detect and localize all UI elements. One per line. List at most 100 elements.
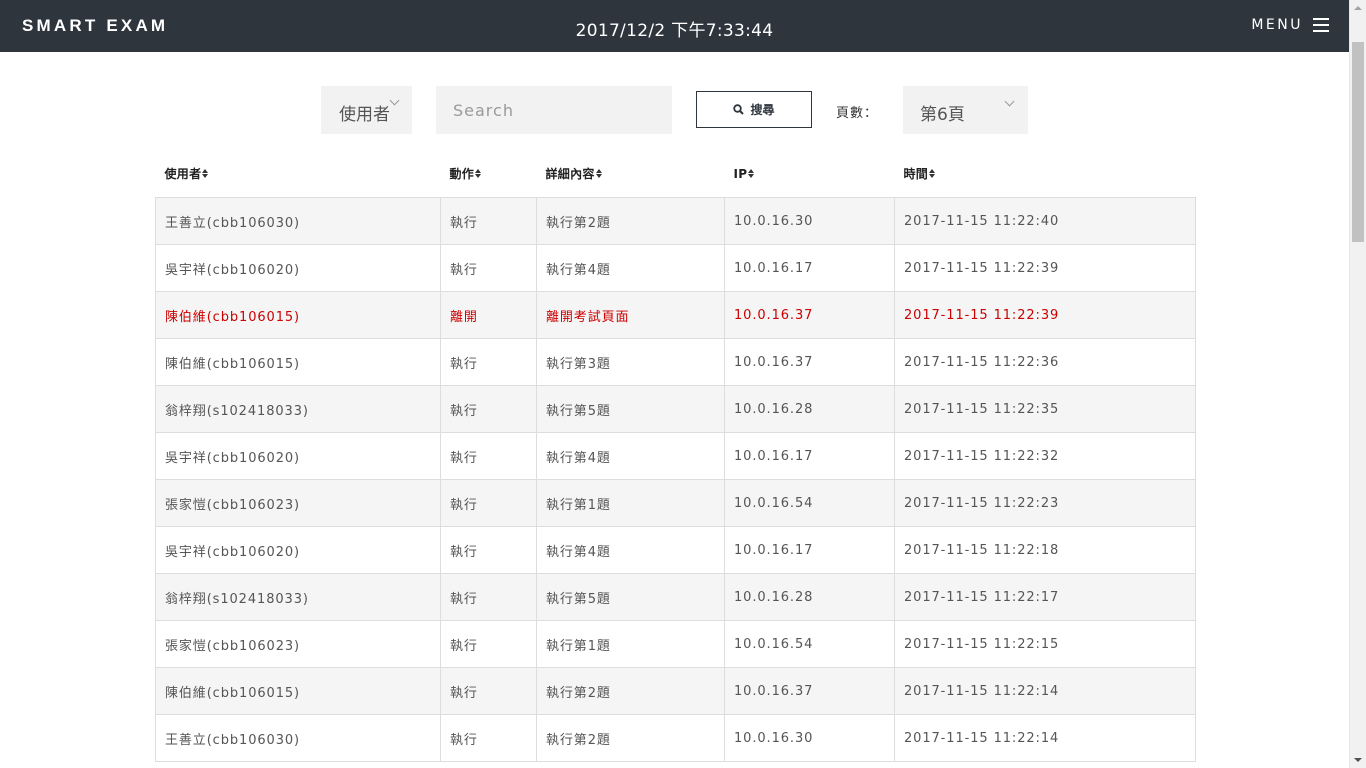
page-select[interactable]: 第6頁 <box>903 86 1028 134</box>
cell-user: 陳伯維(cbb106015) <box>155 338 441 386</box>
cell-action: 執行 <box>440 714 537 762</box>
column-header-action[interactable]: 動作 <box>441 150 537 198</box>
table-header-row: 使用者 動作 詳細內容 IP 時間 <box>156 150 1196 198</box>
cell-detail: 執行第1題 <box>536 620 725 668</box>
cell-ip: 10.0.16.30 <box>724 197 895 245</box>
sort-icon <box>595 169 602 179</box>
cell-user: 王善立(cbb106030) <box>155 714 441 762</box>
table-row: 陳伯維(cbb106015) 執行 執行第3題 10.0.16.37 2017-11-1… <box>155 338 1196 386</box>
cell-time: 2017-11-15 11:22:23 <box>894 479 1196 527</box>
cell-user: 陳伯維(cbb106015) <box>155 667 441 715</box>
column-header-label: 動作 <box>449 167 475 181</box>
table-row: 吳宇祥(cbb106020) 執行 執行第4題 10.0.16.17 2017-11-1… <box>155 526 1196 574</box>
cell-action: 離開 <box>440 291 537 339</box>
user-filter-select[interactable]: 使用者 <box>321 86 412 134</box>
cell-user: 張家愷(cbb106023) <box>155 620 441 668</box>
cell-action: 執行 <box>440 197 537 245</box>
table-row: 陳伯維(cbb106015) 離開 離開考試頁面 10.0.16.37 2017-11-… <box>155 291 1196 339</box>
table-row: 吳宇祥(cbb106020) 執行 執行第4題 10.0.16.17 2017-11-1… <box>155 244 1196 292</box>
cell-action: 執行 <box>440 244 537 292</box>
cell-ip: 10.0.16.28 <box>724 385 895 433</box>
cell-action: 執行 <box>440 620 537 668</box>
cell-ip: 10.0.16.37 <box>724 291 895 339</box>
cell-detail: 離開考試頁面 <box>536 291 725 339</box>
cell-detail: 執行第2題 <box>536 667 725 715</box>
cell-time: 2017-11-15 11:22:17 <box>894 573 1196 621</box>
column-header-label: 詳細內容 <box>545 167 595 181</box>
vertical-scrollbar[interactable] <box>1349 0 1366 768</box>
user-filter-value: 使用者 <box>339 105 390 125</box>
search-icon <box>733 104 745 115</box>
search-button[interactable]: 搜尋 <box>696 91 812 128</box>
column-header-time[interactable]: 時間 <box>895 150 1196 198</box>
cell-time: 2017-11-15 11:22:14 <box>894 714 1196 762</box>
cell-detail: 執行第4題 <box>536 432 725 480</box>
cell-time: 2017-11-15 11:22:35 <box>894 385 1196 433</box>
cell-ip: 10.0.16.17 <box>724 432 895 480</box>
top-navbar: SMART EXAM 2017/12/2 下午7:33:44 MENU <box>0 0 1349 52</box>
cell-user: 吳宇祥(cbb106020) <box>155 526 441 574</box>
activity-log-table: 使用者 動作 詳細內容 IP 時間 王善立(cbb106030) 執行 執行第2題 1… <box>155 150 1196 762</box>
cell-time: 2017-11-15 11:22:39 <box>894 244 1196 292</box>
chevron-down-icon <box>1004 96 1015 107</box>
cell-detail: 執行第2題 <box>536 714 725 762</box>
cell-ip: 10.0.16.37 <box>724 667 895 715</box>
cell-time: 2017-11-15 11:22:36 <box>894 338 1196 386</box>
cell-detail: 執行第4題 <box>536 526 725 574</box>
cell-action: 執行 <box>440 526 537 574</box>
cell-user: 張家愷(cbb106023) <box>155 479 441 527</box>
page-select-value: 第6頁 <box>920 105 965 125</box>
menu-button[interactable]: MENU <box>1251 17 1329 33</box>
cell-detail: 執行第2題 <box>536 197 725 245</box>
search-button-label: 搜尋 <box>750 103 775 117</box>
menu-label: MENU <box>1251 17 1303 33</box>
cell-ip: 10.0.16.54 <box>724 479 895 527</box>
column-header-ip[interactable]: IP <box>725 150 895 198</box>
cell-detail: 執行第5題 <box>536 573 725 621</box>
cell-user: 王善立(cbb106030) <box>155 197 441 245</box>
cell-action: 執行 <box>440 338 537 386</box>
table-row: 張家愷(cbb106023) 執行 執行第1題 10.0.16.54 2017-11-1… <box>155 620 1196 668</box>
cell-ip: 10.0.16.54 <box>724 620 895 668</box>
table-row: 翁梓翔(s102418033) 執行 執行第5題 10.0.16.28 2017-11-… <box>155 385 1196 433</box>
sort-icon <box>929 169 936 179</box>
cell-time: 2017-11-15 11:22:15 <box>894 620 1196 668</box>
scrollbar-thumb[interactable] <box>1352 42 1364 242</box>
cell-ip: 10.0.16.37 <box>724 338 895 386</box>
cell-time: 2017-11-15 11:22:40 <box>894 197 1196 245</box>
cell-action: 執行 <box>440 432 537 480</box>
cell-time: 2017-11-15 11:22:18 <box>894 526 1196 574</box>
table-row: 吳宇祥(cbb106020) 執行 執行第4題 10.0.16.17 2017-11-1… <box>155 432 1196 480</box>
table-row: 王善立(cbb106030) 執行 執行第2題 10.0.16.30 2017-11-1… <box>155 197 1196 245</box>
current-datetime: 2017/12/2 下午7:33:44 <box>575 21 774 41</box>
column-header-label: 時間 <box>903 167 929 181</box>
sort-icon <box>202 169 209 179</box>
cell-user: 吳宇祥(cbb106020) <box>155 432 441 480</box>
cell-ip: 10.0.16.28 <box>724 573 895 621</box>
column-header-detail[interactable]: 詳細內容 <box>537 150 725 198</box>
cell-time: 2017-11-15 11:22:14 <box>894 667 1196 715</box>
chevron-down-icon <box>389 95 400 106</box>
cell-time: 2017-11-15 11:22:32 <box>894 432 1196 480</box>
cell-user: 翁梓翔(s102418033) <box>155 385 441 433</box>
cell-user: 吳宇祥(cbb106020) <box>155 244 441 292</box>
cell-action: 執行 <box>440 385 537 433</box>
cell-user: 陳伯維(cbb106015) <box>155 291 441 339</box>
hamburger-icon <box>1313 18 1329 32</box>
cell-detail: 執行第4題 <box>536 244 725 292</box>
column-header-user[interactable]: 使用者 <box>156 150 441 198</box>
table-row: 張家愷(cbb106023) 執行 執行第1題 10.0.16.54 2017-11-1… <box>155 479 1196 527</box>
cell-action: 執行 <box>440 667 537 715</box>
table-row: 王善立(cbb106030) 執行 執行第2題 10.0.16.30 2017-11-1… <box>155 714 1196 762</box>
cell-detail: 執行第5題 <box>536 385 725 433</box>
search-input[interactable] <box>436 86 672 134</box>
scroll-up-arrow-icon[interactable] <box>1350 0 1366 17</box>
page-label: 頁數： <box>836 106 879 121</box>
cell-user: 翁梓翔(s102418033) <box>155 573 441 621</box>
column-header-label: IP <box>733 166 748 181</box>
column-header-label: 使用者 <box>164 167 202 181</box>
table-row: 陳伯維(cbb106015) 執行 執行第2題 10.0.16.37 2017-11-1… <box>155 667 1196 715</box>
cell-action: 執行 <box>440 479 537 527</box>
cell-ip: 10.0.16.30 <box>724 714 895 762</box>
scroll-down-arrow-icon[interactable] <box>1350 751 1366 768</box>
